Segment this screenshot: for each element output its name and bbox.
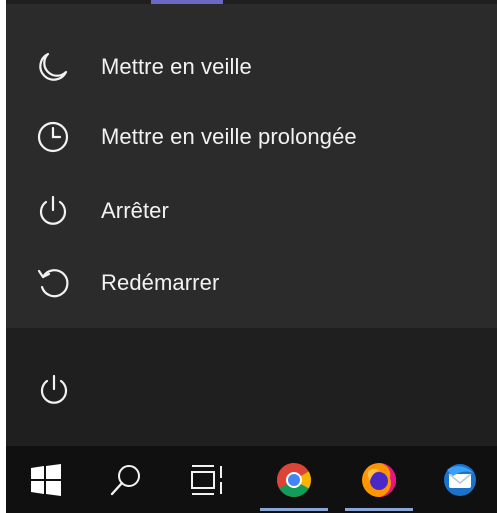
start-button[interactable]: [6, 446, 86, 513]
task-view-button[interactable]: [166, 446, 246, 513]
power-options-menu: Mettre en veille Mettre en veille prolon…: [6, 4, 497, 328]
taskbar: [6, 446, 497, 513]
menu-item-shutdown[interactable]: Arrêter: [6, 176, 497, 246]
power-icon: [40, 374, 68, 404]
taskbar-app-firefox[interactable]: [339, 446, 419, 513]
moon-icon: [39, 52, 68, 81]
menu-item-label: Arrêter: [101, 198, 169, 223]
taskbar-app-chrome[interactable]: [254, 446, 334, 513]
chrome-icon: [277, 462, 311, 497]
menu-item-label: Mettre en veille prolongée: [101, 124, 357, 149]
clock-icon: [37, 121, 69, 153]
running-indicator: [260, 508, 328, 511]
start-menu: Mettre en veille Mettre en veille prolon…: [6, 0, 497, 513]
firefox-icon: [362, 462, 396, 497]
restart-icon: [37, 269, 69, 298]
menu-item-label: Redémarrer: [101, 270, 220, 295]
power-button[interactable]: [32, 368, 76, 412]
taskbar-app-thunderbird[interactable]: [420, 446, 497, 513]
power-icon: [39, 195, 67, 225]
start-menu-left-rail: [6, 328, 497, 446]
running-indicator: [345, 508, 413, 511]
menu-item-label: Mettre en veille: [101, 54, 252, 79]
thunderbird-icon: [444, 463, 476, 496]
menu-item-hibernate[interactable]: Mettre en veille prolongée: [6, 102, 497, 172]
task-view-icon: [191, 464, 222, 495]
menu-item-sleep[interactable]: Mettre en veille: [6, 32, 497, 102]
windows-logo-icon: [31, 463, 61, 496]
search-button[interactable]: [86, 446, 166, 513]
menu-item-restart[interactable]: Redémarrer: [6, 248, 497, 318]
search-icon: [110, 464, 140, 495]
